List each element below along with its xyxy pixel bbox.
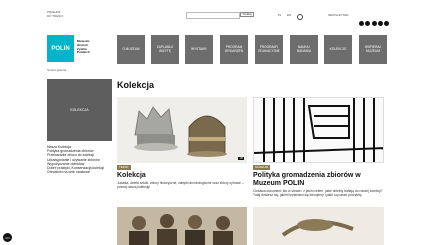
object-photo [253, 207, 384, 245]
card-title[interactable]: Polityka gromadzenia zbiorów w Muzeum PO… [253, 172, 384, 187]
crowns-illustration [117, 97, 247, 163]
skip-link-line-2: DO TREŚCI [47, 13, 64, 18]
logo-mark[interactable]: POLIN [47, 35, 74, 62]
card-title[interactable]: Kolekcja [117, 172, 146, 180]
social-icons [358, 13, 389, 31]
instagram-icon[interactable] [365, 21, 371, 26]
search-button[interactable]: Szukaj [240, 11, 255, 18]
logo-text: Muzeum Historii Żydów Polskich [77, 39, 90, 55]
sidebar-menu: Nasza Kolekcja Polityka gromadzenia zbio… [47, 145, 113, 174]
twitter-icon[interactable] [371, 21, 377, 26]
card-photo-image[interactable] [117, 207, 247, 245]
nav-wspieraj-muzeum[interactable]: WSPIERAJ MUZEUM [359, 35, 387, 64]
facebook-icon[interactable] [359, 21, 365, 26]
card-title-line: Polityka gromadzenia zbiorów w [253, 172, 361, 179]
lang-en[interactable]: EN [287, 13, 291, 18]
accessibility-icon[interactable] [297, 14, 303, 20]
nav-program-wydarzen[interactable]: PROGRAM WYDARZEŃ [220, 35, 248, 64]
card-polityka-image[interactable] [253, 97, 384, 163]
people-photo [117, 207, 247, 245]
nav-o-muzeum[interactable]: O MUZEUM [117, 35, 145, 64]
nav-nauka-i-badania[interactable]: NAUKA I BADANIA [290, 35, 318, 64]
page-title: Kolekcja [117, 80, 155, 90]
youtube-icon[interactable] [377, 21, 383, 26]
sidebar-image: KOLEKCJA [47, 79, 112, 141]
card-kolekcja-image[interactable]: 1/6 [117, 97, 247, 163]
nav-zaplanuj-wizyte[interactable]: ZAPLANUJ WIZYTĘ [151, 35, 179, 64]
card-tag: MUZEUM [253, 165, 271, 170]
skip-to-content-link[interactable]: PRZEJDŹ DO TREŚCI [47, 10, 64, 18]
card-title-line: Muzeum POLIN [253, 179, 305, 187]
card-description: Ciekawa dokument: kto w słowie i z jakim… [253, 189, 383, 197]
breadcrumb[interactable]: Strona główna [47, 68, 66, 73]
nav-programy-edukacyjne[interactable]: PROGRAMY EDUKACYJNE [255, 35, 283, 64]
newsletter-link[interactable]: NEWSLETTER [328, 13, 349, 18]
logo-line: Polskich [77, 50, 90, 55]
nav-wystawy[interactable]: WYSTAWY [185, 35, 213, 64]
architecture-illustration [254, 98, 383, 162]
tiktok-icon[interactable] [383, 21, 389, 26]
accessibility-widget-button[interactable]: CO [3, 233, 12, 242]
nav-kolekcje[interactable]: KOLEKCJE [324, 35, 352, 64]
card-description: Judaika, dzieła sztuki, zbiory historycz… [117, 181, 244, 189]
sidebar-item[interactable]: Odnośniki na cele naukowe [47, 170, 113, 174]
gallery-count-badge: 1/6 [238, 157, 244, 160]
lang-pl[interactable]: PL [278, 13, 282, 18]
search-input[interactable] [186, 12, 240, 19]
card-object-image[interactable] [253, 207, 384, 245]
card-tag: TEKST [117, 165, 131, 170]
